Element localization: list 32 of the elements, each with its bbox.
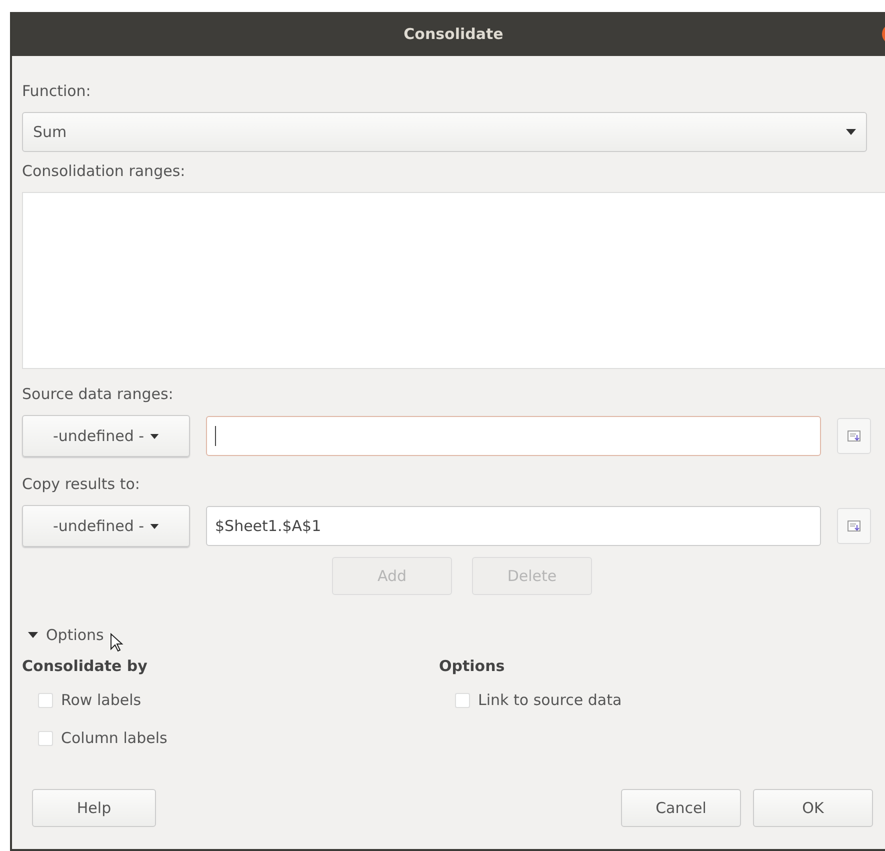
checkbox-label: Link to source data	[478, 691, 622, 709]
cancel-button[interactable]: Cancel	[621, 789, 741, 827]
caret-icon	[846, 129, 856, 135]
checkbox-label: Column labels	[61, 729, 168, 747]
source-label: Source data ranges:	[22, 384, 174, 405]
ranges-label: Consolidation ranges:	[22, 161, 186, 182]
checkbox[interactable]	[38, 730, 53, 746]
function-dropdown[interactable]: Sum	[22, 112, 867, 152]
function-label: Function:	[22, 81, 92, 102]
range-dropdown[interactable]: -undefined -	[22, 415, 190, 457]
help-button[interactable]: Help	[32, 789, 156, 827]
shrink-button[interactable]	[837, 508, 871, 544]
checkbox[interactable]	[455, 692, 470, 708]
shrink-icon	[847, 519, 861, 533]
ranges-list[interactable]	[22, 192, 885, 369]
pointer-icon	[110, 633, 124, 653]
group-title: Options	[439, 657, 506, 675]
checkbox[interactable]	[38, 692, 53, 708]
copy-label: Copy results to:	[22, 474, 141, 495]
expander-icon[interactable]	[28, 630, 38, 640]
caret-icon	[150, 434, 160, 438]
shrink-button[interactable]	[837, 418, 871, 454]
window-title: Consolidate	[404, 25, 504, 43]
options-expander[interactable]: Options	[46, 626, 104, 644]
range-dropdown[interactable]: -undefined -	[22, 505, 190, 547]
group-title: Consolidate by	[22, 657, 148, 675]
range-field[interactable]: $Sheet1.$A$1	[206, 506, 821, 546]
shrink-icon	[847, 429, 861, 443]
ok-button[interactable]: OK	[753, 789, 873, 827]
checkbox-label: Row labels	[61, 691, 142, 709]
caret-icon	[150, 524, 160, 528]
range-field[interactable]	[206, 416, 821, 456]
